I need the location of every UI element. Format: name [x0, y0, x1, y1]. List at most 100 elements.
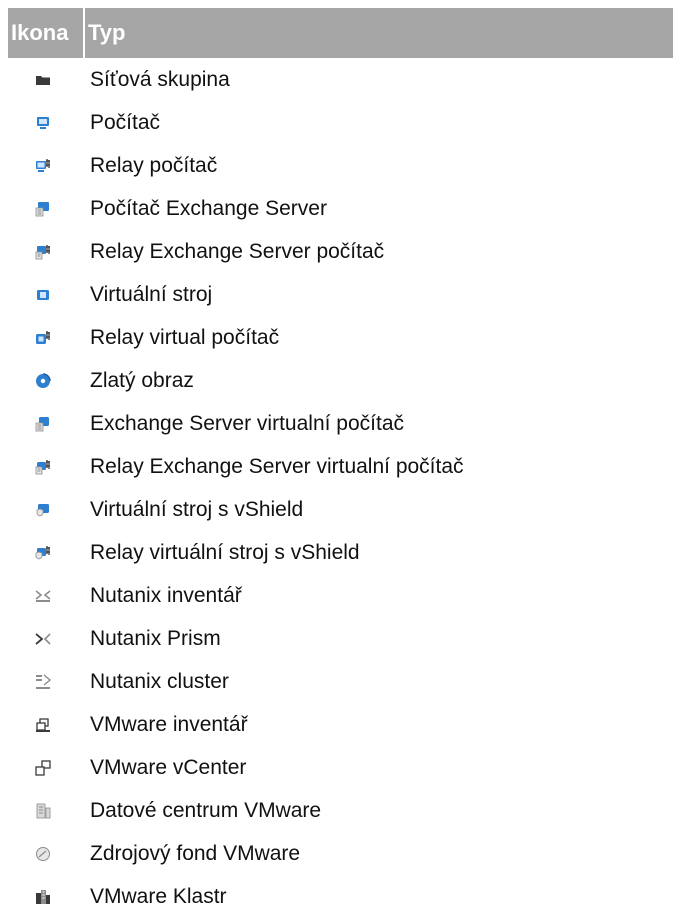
icon-cell: [8, 703, 84, 746]
vmware-vcenter-icon: [35, 760, 51, 776]
type-cell: Relay virtuální stroj s vShield: [84, 531, 673, 574]
table-row: Počítač Exchange Server: [8, 187, 673, 230]
type-cell: Virtuální stroj s vShield: [84, 488, 673, 531]
type-label: Relay počítač: [90, 153, 218, 177]
table-row: Exchange Server virtualní počítač: [8, 402, 673, 445]
golden-image-icon: [35, 373, 51, 389]
type-label: Zlatý obraz: [90, 368, 194, 392]
table-row: Virtuální stroj s vShield: [8, 488, 673, 531]
icon-cell: [8, 359, 84, 402]
type-cell: Exchange Server virtualní počítač: [84, 402, 673, 445]
icon-legend-table-wrapper: Ikona Typ Síťová skupina Počítač Relay poč…: [8, 8, 673, 918]
type-cell: Nutanix Prism: [84, 617, 673, 660]
type-label: Síťová skupina: [90, 67, 230, 91]
icon-cell: [8, 832, 84, 875]
type-label: Nutanix cluster: [90, 669, 229, 693]
icon-cell: [8, 273, 84, 316]
table-row: Síťová skupina: [8, 58, 673, 101]
type-label: Datové centrum VMware: [90, 798, 322, 822]
type-label: VMware inventář: [90, 712, 248, 736]
vmware-datacenter-icon: [35, 803, 51, 819]
type-cell: Relay Exchange Server virtualní počítač: [84, 445, 673, 488]
icon-cell: [8, 574, 84, 617]
table-row: Nutanix inventář: [8, 574, 673, 617]
table-row: Relay virtuální stroj s vShield: [8, 531, 673, 574]
table-row: Relay počítač: [8, 144, 673, 187]
type-label: Nutanix Prism: [90, 626, 221, 650]
table-row: Počítač: [8, 101, 673, 144]
type-label: Nutanix inventář: [90, 583, 242, 607]
table-row: Zlatý obraz: [8, 359, 673, 402]
icon-cell: [8, 746, 84, 789]
table-row: Zdrojový fond VMware: [8, 832, 673, 875]
type-cell: Relay virtual počítač: [84, 316, 673, 359]
table-row: VMware inventář: [8, 703, 673, 746]
nutanix-inventory-icon: [35, 588, 51, 604]
virtual-machine-icon: [35, 287, 51, 303]
column-header-type: Typ: [84, 8, 673, 58]
type-cell: Relay Exchange Server počítač: [84, 230, 673, 273]
table-row: VMware vCenter: [8, 746, 673, 789]
icon-cell: [8, 789, 84, 832]
type-label: Relay virtuální stroj s vShield: [90, 540, 360, 564]
type-label: Počítač Exchange Server: [90, 196, 327, 220]
icon-cell: [8, 230, 84, 273]
vmware-inventory-icon: [35, 717, 51, 733]
relay-exchange-virtual-computer-icon: [35, 459, 51, 475]
icon-cell: [8, 660, 84, 703]
icon-cell: [8, 144, 84, 187]
table-body: Síťová skupina Počítač Relay počítač Počíta…: [8, 58, 673, 918]
type-label: VMware vCenter: [90, 755, 247, 779]
type-label: VMware Klastr: [90, 884, 227, 908]
type-cell: Počítač: [84, 101, 673, 144]
relay-computer-icon: [35, 158, 51, 174]
icon-cell: [8, 402, 84, 445]
table-row: Relay Exchange Server virtualní počítač: [8, 445, 673, 488]
table-row: Nutanix Prism: [8, 617, 673, 660]
icon-cell: [8, 875, 84, 918]
type-cell: Virtuální stroj: [84, 273, 673, 316]
nutanix-prism-icon: [35, 631, 51, 647]
type-cell: Relay počítač: [84, 144, 673, 187]
icon-cell: [8, 101, 84, 144]
table-row: Datové centrum VMware: [8, 789, 673, 832]
icon-cell: [8, 187, 84, 230]
type-cell: Zlatý obraz: [84, 359, 673, 402]
type-cell: Zdrojový fond VMware: [84, 832, 673, 875]
icon-cell: [8, 617, 84, 660]
table-row: VMware Klastr: [8, 875, 673, 918]
table-header-row: Ikona Typ: [8, 8, 673, 58]
type-cell: VMware inventář: [84, 703, 673, 746]
type-label: Exchange Server virtualní počítač: [90, 411, 404, 435]
relay-exchange-computer-icon: [35, 244, 51, 260]
relay-vshield-virtual-machine-icon: [35, 545, 51, 561]
type-cell: Počítač Exchange Server: [84, 187, 673, 230]
type-label: Virtuální stroj: [90, 282, 213, 306]
vmware-cluster-icon: [35, 889, 51, 905]
type-label: Relay Exchange Server virtualní počítač: [90, 454, 464, 478]
type-cell: VMware vCenter: [84, 746, 673, 789]
type-label: Zdrojový fond VMware: [90, 841, 301, 865]
type-cell: Síťová skupina: [84, 58, 673, 101]
icon-cell: [8, 531, 84, 574]
icon-cell: [8, 445, 84, 488]
type-cell: Nutanix cluster: [84, 660, 673, 703]
vmware-resource-pool-icon: [35, 846, 51, 862]
table-row: Relay virtual počítač: [8, 316, 673, 359]
icon-legend-table: Ikona Typ Síťová skupina Počítač Relay poč…: [8, 8, 673, 918]
nutanix-cluster-icon: [35, 674, 51, 690]
column-header-icon: Ikona: [8, 8, 85, 58]
type-cell: VMware Klastr: [84, 875, 673, 918]
icon-cell: [8, 58, 84, 101]
relay-virtual-machine-icon: [35, 330, 51, 346]
table-row: Relay Exchange Server počítač: [8, 230, 673, 273]
exchange-virtual-computer-icon: [35, 416, 51, 432]
column-header-icon-label: Ikona: [11, 20, 69, 45]
folder-icon: [35, 72, 51, 88]
type-cell: Datové centrum VMware: [84, 789, 673, 832]
table-row: Virtuální stroj: [8, 273, 673, 316]
type-label: Počítač: [90, 110, 161, 134]
icon-cell: [8, 316, 84, 359]
computer-icon: [35, 115, 51, 131]
icon-cell: [8, 488, 84, 531]
